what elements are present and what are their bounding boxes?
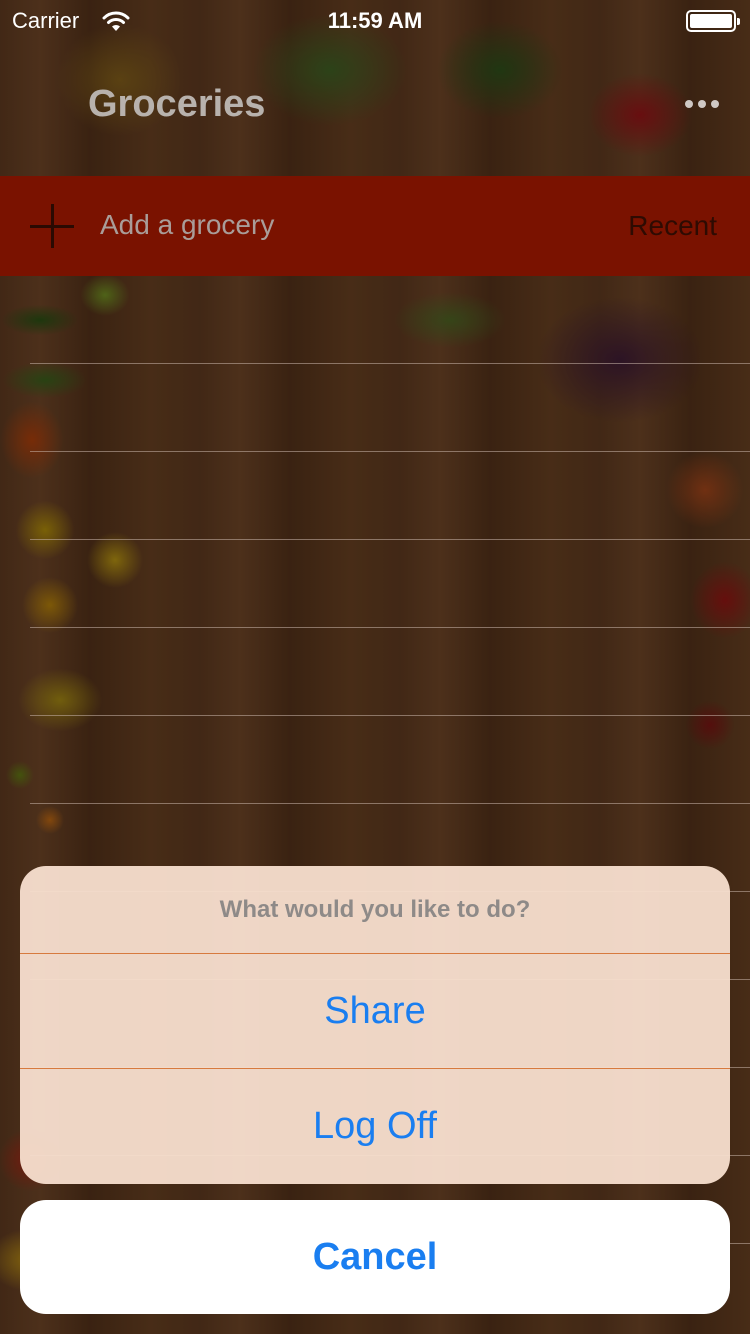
log-off-button[interactable]: Log Off: [20, 1069, 730, 1184]
share-button[interactable]: Share: [20, 954, 730, 1069]
action-sheet: What would you like to do? Share Log Off: [20, 866, 730, 1184]
cancel-button[interactable]: Cancel: [20, 1200, 730, 1314]
action-sheet-title: What would you like to do?: [20, 866, 730, 954]
